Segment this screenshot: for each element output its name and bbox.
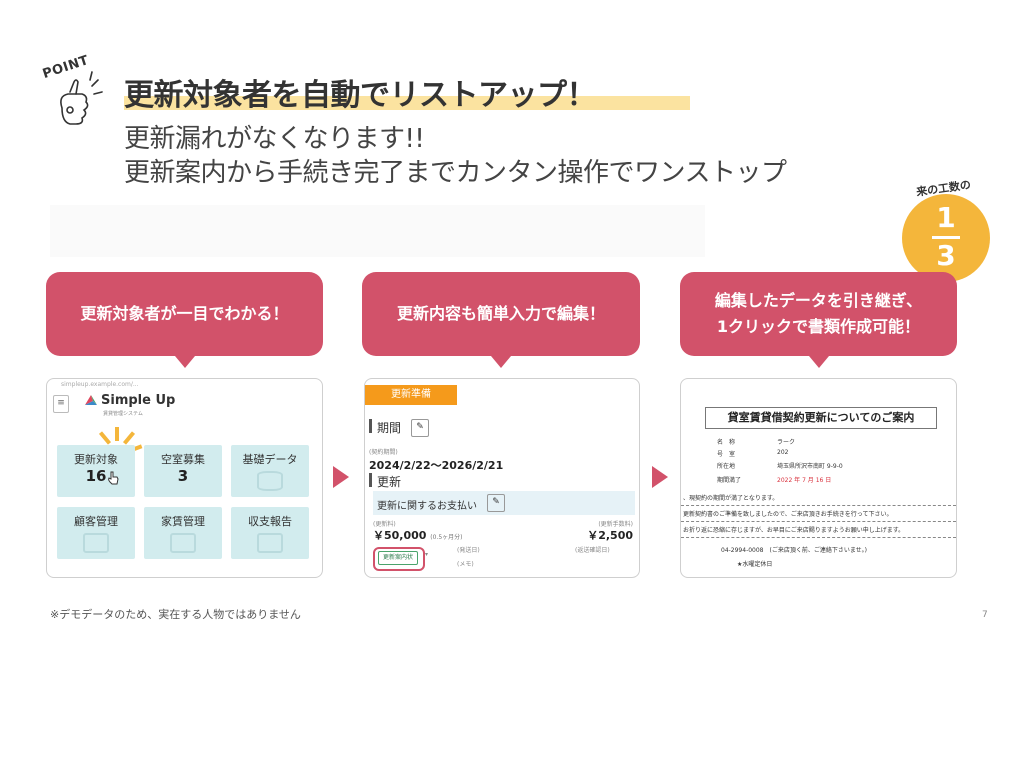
payment-row: 更新に関するお支払い ✎ xyxy=(373,491,635,515)
step-1-text: 更新対象者が一目でわかる！ xyxy=(80,304,289,324)
highlight-spark-icon xyxy=(98,431,112,445)
footnote: ※デモデータのため、実在する人物ではありません xyxy=(50,608,301,621)
tile-reports[interactable]: 収支報告 xyxy=(231,507,309,559)
renewal-fee: ￥50,000 (0.5ヶ月分) xyxy=(373,527,463,543)
doc-value: 202 xyxy=(777,449,789,456)
doc-divider xyxy=(681,505,956,506)
brand-subtitle: 賃貸管理システム xyxy=(103,411,143,417)
renewal-notice-button-highlight[interactable]: 更新案内状 xyxy=(373,547,425,571)
tile-label: 収支報告 xyxy=(248,515,292,528)
confirm-date-label: (返送確認日) xyxy=(575,547,610,554)
browser-url: simpleup.example.com/... xyxy=(61,381,139,388)
tile-rent[interactable]: 家賃管理 xyxy=(144,507,222,559)
arrow-right-icon xyxy=(333,466,349,488)
step-3-bubble: 編集したデータを引き継ぎ、 1クリックで書類作成可能！ xyxy=(680,272,957,368)
tile-count: 3 xyxy=(177,467,189,485)
doc-value-expiry: 2022 年 7 月 16 日 xyxy=(777,477,832,484)
highlight-spark-icon xyxy=(115,427,119,441)
tile-basic-data[interactable]: 基礎データ xyxy=(231,445,309,497)
chevron-down-icon[interactable]: ▾ xyxy=(425,551,428,558)
memo-label: (メモ) xyxy=(457,561,474,568)
ratio-numerator: 1 xyxy=(936,201,956,234)
contract-period: 2024/2/22～2026/2/21 xyxy=(369,459,504,472)
section-marker xyxy=(369,473,372,487)
database-icon xyxy=(257,471,283,491)
doc-body-line: お折り返に恐縮に存じますが、お早目にご来店賜りますようお願い申し上げます。 xyxy=(683,527,905,534)
doc-key: 名 称 xyxy=(717,439,736,446)
document-title: 貸室賃貸借契約更新についてのご案内 xyxy=(705,407,937,429)
highlight-spark-icon xyxy=(122,431,136,445)
renewal-notice-button[interactable]: 更新案内状 xyxy=(378,551,418,565)
brand-name: Simple Up xyxy=(101,393,176,408)
sent-date-label: (発送日) xyxy=(457,547,480,554)
doc-key: 期間満了 xyxy=(717,477,742,484)
section-marker xyxy=(369,419,372,433)
step-2-text: 更新内容も簡単入力で編集！ xyxy=(396,304,605,324)
subtitle-2: 更新案内から手続き完了までカンタン操作でワンストップ xyxy=(124,158,787,188)
tile-customers[interactable]: 顧客管理 xyxy=(57,507,135,559)
period-heading: 期間 xyxy=(377,421,402,435)
step-2-bubble: 更新内容も簡単入力で編集！ xyxy=(362,272,640,368)
menu-icon[interactable]: ≡ xyxy=(53,395,69,413)
tile-label: 基礎データ xyxy=(242,453,298,466)
doc-key: 所在地 xyxy=(717,463,736,470)
subtitle-1: 更新漏れがなくなります!! xyxy=(124,124,425,154)
doc-holiday: ★水曜定休日 xyxy=(737,561,773,568)
simple-up-logo-icon xyxy=(85,395,97,405)
house-icon xyxy=(170,533,196,553)
payment-row-label: 更新に関するお支払い xyxy=(377,501,477,512)
doc-tel: 04-2994-0008 (ご来店頂く前、ご連絡下さいませ。) xyxy=(721,547,868,554)
cursor-hand-icon xyxy=(108,471,119,485)
doc-divider xyxy=(681,537,956,538)
ratio-badge: 1 3 xyxy=(902,194,990,282)
blank-band xyxy=(50,205,705,257)
step-1-bubble: 更新対象者が一目でわかる！ xyxy=(46,272,323,368)
point-badge: POINT xyxy=(40,53,120,138)
tile-renewal-targets[interactable]: 更新対象 16 xyxy=(57,445,135,497)
tile-label: 顧客管理 xyxy=(74,515,118,528)
dashboard-screenshot: simpleup.example.com/... ≡ Simple Up 賃貸管… xyxy=(46,378,323,578)
doc-divider xyxy=(681,521,956,522)
tab-renewal-prep[interactable]: 更新準備 xyxy=(365,385,457,405)
period-small-label: (契約期間) xyxy=(369,449,398,456)
edit-payment-icon[interactable]: ✎ xyxy=(487,494,505,512)
handling-fee: ￥2,500 xyxy=(587,529,633,542)
renewal-fee-note: (0.5ヶ月分) xyxy=(430,534,463,541)
doc-body-line: 、現契約の期間が満了となります。 xyxy=(683,495,779,502)
generated-document-screenshot: 貸室賃貸借契約更新についてのご案内 名 称 ラーク 号 室 202 所在地 埼玉… xyxy=(680,378,957,578)
tile-label: 家賃管理 xyxy=(161,515,205,528)
tile-vacancy[interactable]: 空室募集 3 xyxy=(144,445,222,497)
search-list-icon xyxy=(83,533,109,553)
renewal-edit-screenshot: 更新準備 期間 ✎ (契約期間) 2024/2/22～2026/2/21 更新 … xyxy=(364,378,640,578)
renew-heading: 更新 xyxy=(377,475,402,489)
tile-label: 空室募集 xyxy=(161,453,205,466)
arrow-right-icon xyxy=(652,466,668,488)
edit-period-icon[interactable]: ✎ xyxy=(411,419,429,437)
page-number: 7 xyxy=(982,610,988,620)
doc-value: ラーク xyxy=(777,439,796,446)
document-icon xyxy=(257,533,283,553)
renewal-fee-value: ￥50,000 xyxy=(373,529,427,542)
step-3-text: 編集したデータを引き継ぎ、 1クリックで書類作成可能！ xyxy=(714,291,923,336)
pointing-hand-icon xyxy=(60,71,103,125)
doc-body-line: 更新契約書のご準備を致しましたので、ご来店頂きお手続きを行って下さい。 xyxy=(683,511,893,518)
tile-label: 更新対象 xyxy=(74,453,118,466)
tile-count: 16 xyxy=(85,467,107,485)
headline: 更新対象者を自動でリストアップ！ xyxy=(124,70,690,114)
doc-key: 号 室 xyxy=(717,451,736,458)
page-title: 更新対象者を自動でリストアップ！ xyxy=(124,78,597,113)
doc-value: 埼玉県所沢市南町 9-9-0 xyxy=(777,463,843,470)
ratio-denominator: 3 xyxy=(936,239,956,272)
